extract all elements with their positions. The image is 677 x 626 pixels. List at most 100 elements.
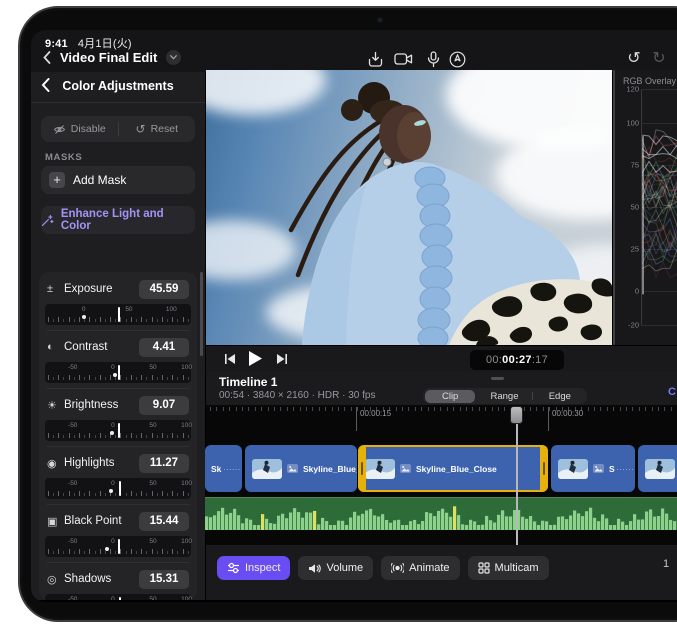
front-camera (377, 17, 383, 23)
undo-icon[interactable]: ↺ (624, 50, 644, 68)
add-mask-button[interactable]: + Add Mask (41, 166, 195, 194)
slider-black-point: ▣Black Point15.44-50050100 (39, 504, 197, 562)
skip-forward-button[interactable] (276, 353, 288, 365)
disable-reset-group: Disable ↺ Reset (41, 116, 195, 142)
multicam-button[interactable]: Multicam (468, 556, 549, 580)
animate-button[interactable]: Animate (381, 556, 459, 580)
ruler-scale-label: -50 (68, 480, 77, 487)
circle-dot-icon: ◉ (47, 457, 64, 470)
redo-icon[interactable]: ↻ (649, 50, 669, 68)
slider-ruler[interactable]: -50050100 (45, 594, 191, 600)
clip-label: Skyline_Blue_Close (416, 464, 497, 474)
reset-icon: ↺ (136, 122, 146, 136)
scope-scale-label: 25 (619, 244, 639, 253)
disable-button[interactable]: Disable (41, 123, 118, 135)
inspect-button[interactable]: Inspect (217, 556, 290, 580)
playhead-handle[interactable] (510, 406, 523, 424)
ruler-scale-label: 0 (111, 422, 115, 429)
trim-handle-left[interactable] (358, 445, 366, 492)
reset-label: Reset (151, 123, 178, 135)
mode-clip[interactable]: Clip (423, 391, 477, 402)
slider-value[interactable]: 4.41 (139, 338, 189, 357)
transport-bar: 00:00:27:17 (206, 345, 677, 373)
timeline-drag-handle[interactable] (491, 377, 504, 380)
project-title: Video Final Edit (60, 50, 157, 65)
slider-ruler[interactable]: -50050100 (45, 420, 191, 441)
status-bar: 9:414月1日(火) (45, 35, 132, 51)
timecode-display[interactable]: 00:00:27:17 (470, 350, 564, 370)
playhead-line[interactable] (516, 422, 518, 552)
slider-ruler[interactable]: -50050100 (45, 478, 191, 499)
ruler-scale-label: 100 (181, 364, 192, 371)
volume-button[interactable]: Volume (298, 556, 373, 580)
ruler-origin-dot (82, 315, 86, 319)
microphone-icon[interactable] (423, 50, 443, 68)
clip-label: S (609, 464, 615, 474)
ruler-scale-label: 0 (82, 306, 86, 313)
skip-back-button[interactable] (224, 353, 236, 365)
scope-waveform (642, 70, 677, 320)
timeline-clip[interactable] (638, 445, 677, 492)
slider-value[interactable]: 9.07 (139, 396, 189, 415)
slider-ruler[interactable]: 050100 (45, 304, 191, 325)
ruler-scale-label: 50 (149, 596, 156, 601)
audio-track[interactable] (205, 497, 677, 530)
ruler-cursor[interactable] (119, 481, 121, 496)
timeline-clip-sk[interactable]: Sk...... (205, 445, 242, 492)
edit-mode-segmented-control: Clip Range Edge (423, 388, 587, 404)
play-button[interactable] (248, 350, 263, 367)
clip-label: Skyline_Blue_Wide (303, 464, 357, 474)
timeline-duration-partial: 1 (663, 558, 669, 570)
ruler-scale-label: -50 (68, 596, 77, 601)
scope-gridline (641, 325, 677, 326)
project-title-bar[interactable]: Video Final Edit (43, 50, 181, 65)
slider-value[interactable]: 45.59 (139, 280, 189, 299)
video-preview[interactable] (206, 70, 612, 345)
pencil-tools-icon[interactable] (447, 50, 467, 68)
ruler-cursor[interactable] (118, 307, 120, 322)
slider-label: Highlights (64, 457, 139, 469)
slider-label: Exposure (64, 283, 139, 295)
ruler-scale-label: 50 (149, 480, 156, 487)
ruler-cursor[interactable] (119, 597, 121, 600)
timeline-clip-skyline_blue_wide[interactable]: Skyline_Blue_Wide (245, 445, 357, 492)
video-track: Sk...... Skyline_Blue_Wide Skyline_Blue_Cl… (205, 445, 677, 492)
ruler-scale-label: -50 (68, 422, 77, 429)
import-icon[interactable] (365, 50, 385, 68)
title-dropdown-icon[interactable] (166, 50, 181, 65)
record-camera-icon[interactable] (393, 50, 413, 68)
slider-value[interactable]: 15.44 (139, 512, 189, 531)
disable-label: Disable (71, 123, 106, 135)
mode-edge[interactable]: Edge (533, 391, 587, 402)
scope-scale-label: 100 (619, 118, 639, 127)
timeline-header: Timeline 1 00:54 · 3840 × 2160 · HDR · 3… (206, 372, 677, 405)
ruler-cursor[interactable] (118, 365, 120, 380)
mode-range[interactable]: Range (477, 391, 531, 402)
slider-value[interactable]: 11.27 (139, 454, 189, 473)
panel-title: Color Adjustments (31, 79, 205, 93)
timeline-clip-skyline_blue_close[interactable]: Skyline_Blue_Close (358, 445, 548, 492)
clip-thumbnail (645, 459, 675, 479)
timecode-frames: :17 (532, 354, 548, 366)
ruler-scale-label: 100 (181, 480, 192, 487)
magic-wand-icon (41, 214, 54, 227)
timeline-clip-s[interactable]: S...... (551, 445, 635, 492)
ruler-scale-label: 50 (149, 364, 156, 371)
slider-contrast: ◐Contrast4.41-50050100 (39, 330, 197, 388)
panel-scrollbar[interactable] (200, 272, 203, 356)
reset-button[interactable]: ↺ Reset (119, 122, 196, 136)
slider-ruler[interactable]: -50050100 (45, 362, 191, 383)
connect-button-partial[interactable]: C (668, 386, 676, 398)
timeline-ruler[interactable]: 00:00:1500:00:30 (206, 405, 677, 432)
ruler-cursor[interactable] (118, 423, 120, 438)
ruler-scale-label: 0 (111, 596, 115, 601)
enhance-button[interactable]: Enhance Light and Color (41, 206, 195, 234)
scope-scale-label: -20 (619, 320, 639, 329)
trim-handle-right[interactable] (540, 445, 548, 492)
slider-shadows: ◎Shadows15.31-50050100 (39, 562, 197, 600)
back-chevron-icon[interactable] (43, 51, 51, 64)
slider-value[interactable]: 15.31 (139, 570, 189, 589)
slider-brightness: ☀Brightness9.07-50050100 (39, 388, 197, 446)
ruler-cursor[interactable] (118, 539, 120, 554)
slider-ruler[interactable]: -50050100 (45, 536, 191, 557)
